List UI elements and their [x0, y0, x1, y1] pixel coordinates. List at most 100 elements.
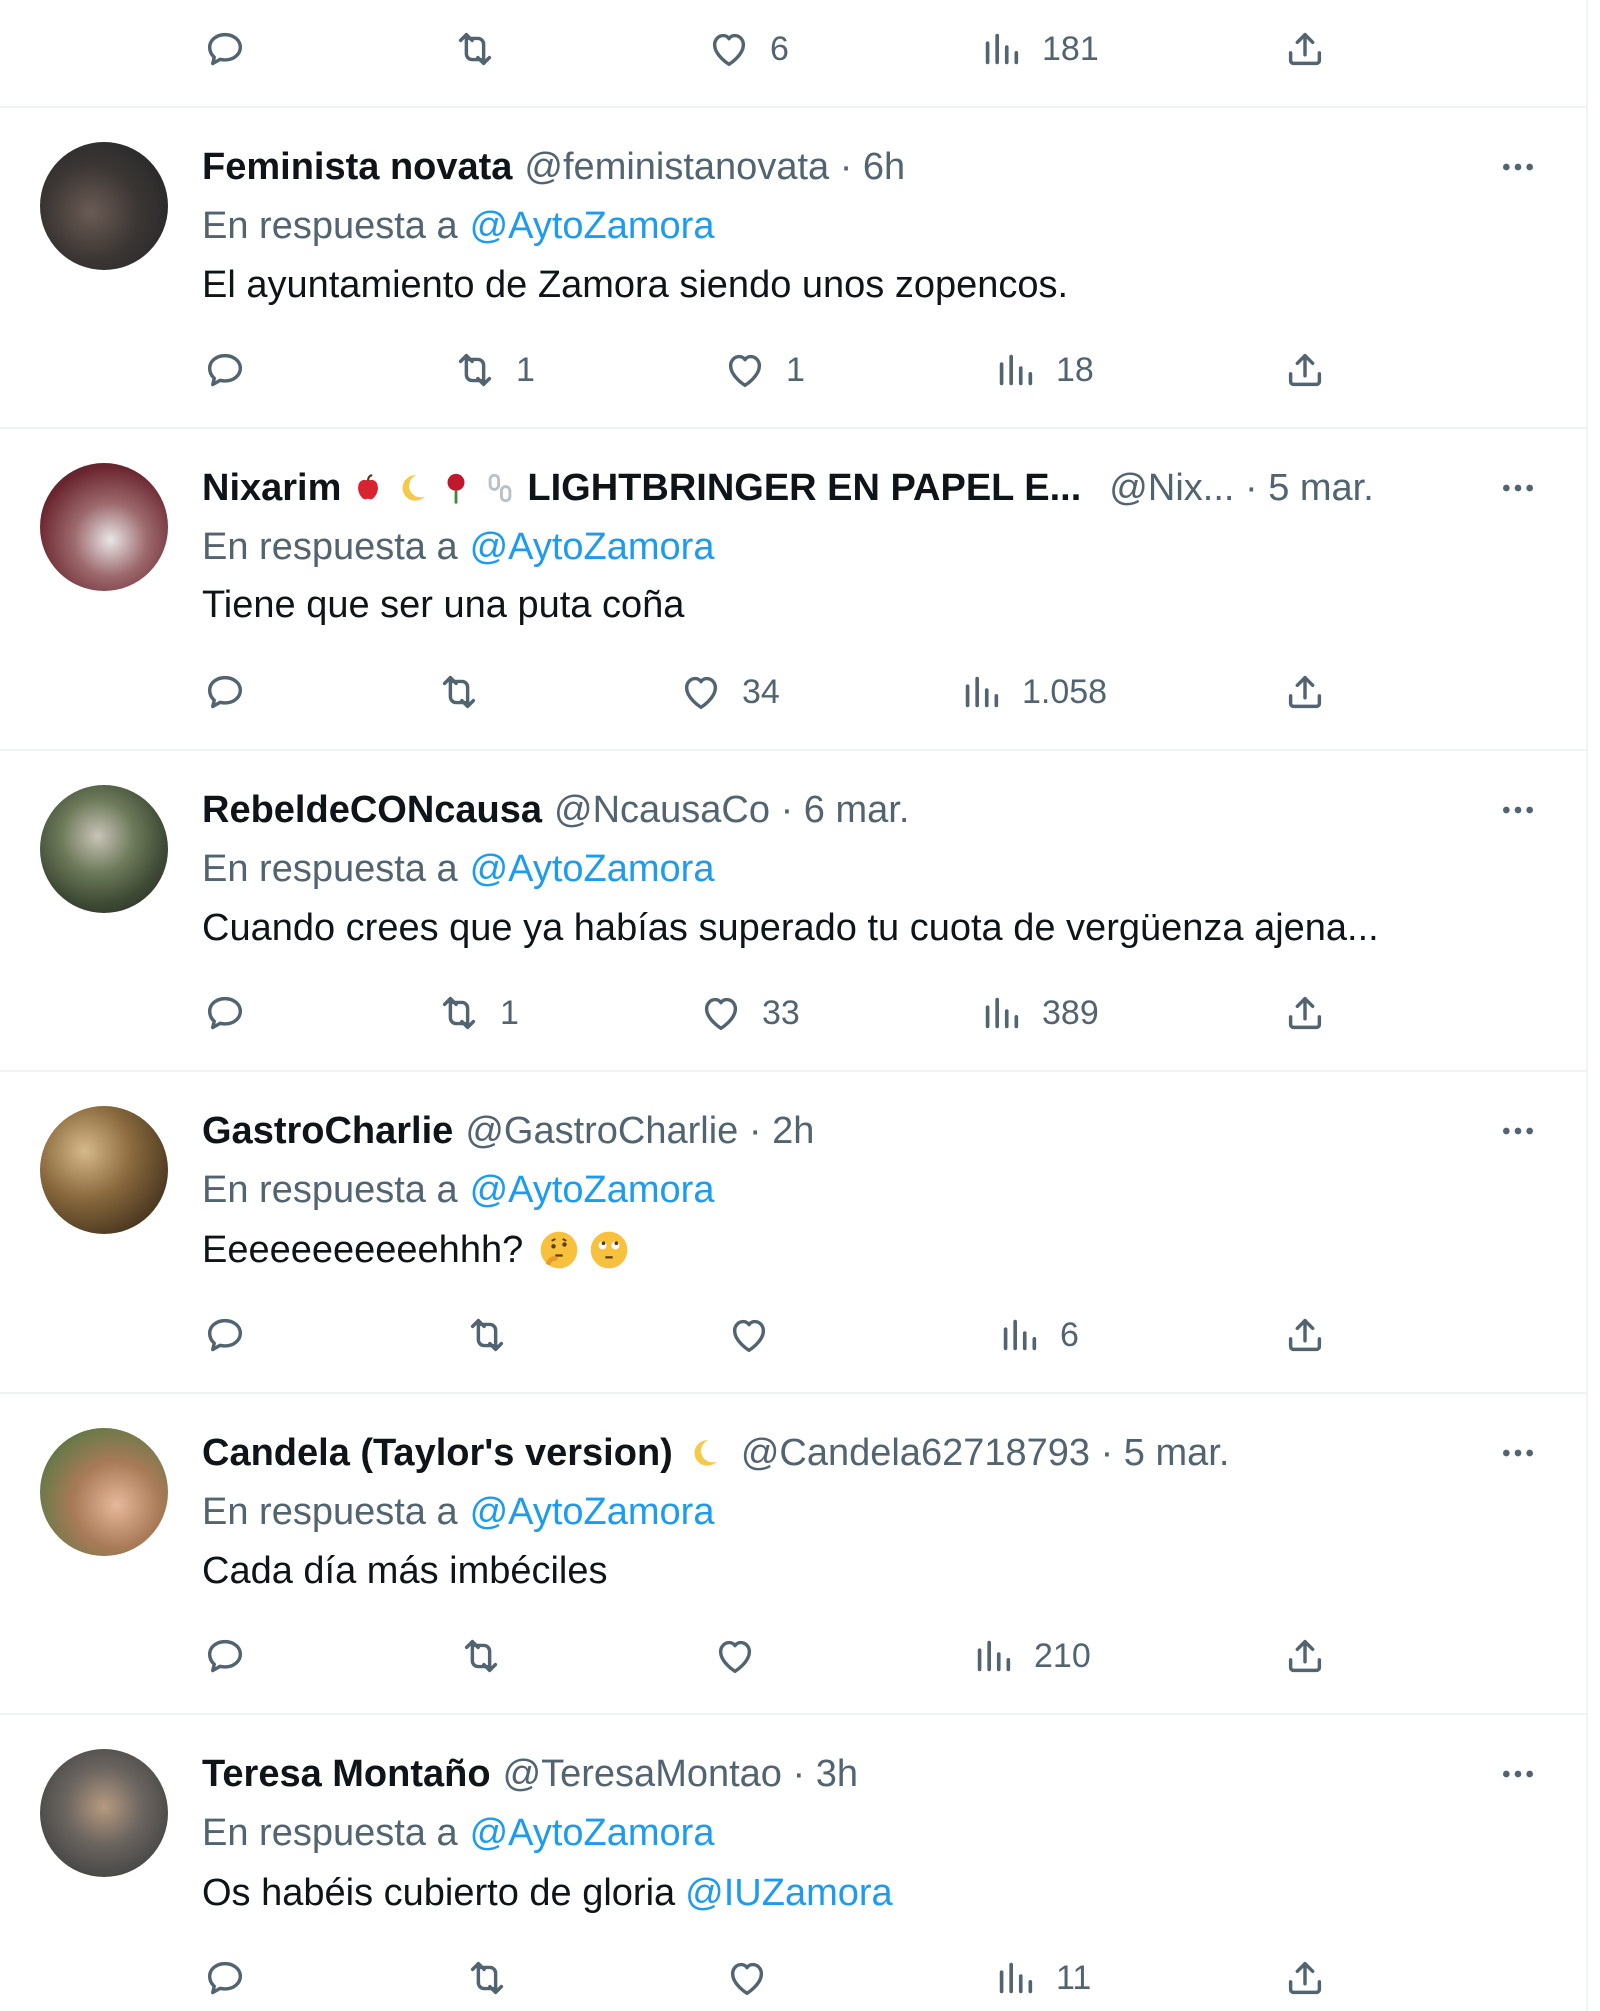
share-button[interactable] [1282, 17, 1328, 81]
tweet-body: Eeeeeeeeeeehhh? [202, 1228, 524, 1271]
share-button[interactable] [1282, 338, 1328, 402]
handle-time[interactable]: @TeresaMontao · 3h [503, 1753, 858, 1796]
tweet-body: Os habéis cubierto de gloria [202, 1871, 676, 1914]
share-button[interactable] [1282, 981, 1328, 1045]
avatar[interactable] [40, 142, 168, 270]
chain-emoji [489, 473, 512, 503]
share-button[interactable] [1282, 660, 1328, 724]
display-name[interactable]: RebeldeCONcausa [202, 789, 542, 832]
more-button[interactable] [1494, 786, 1542, 834]
reply-icon [202, 347, 248, 393]
handle-time[interactable]: @GastroCharlie · 2h [465, 1110, 814, 1153]
like-button[interactable] [726, 1303, 790, 1367]
separator [0, 106, 1586, 108]
avatar[interactable] [40, 1749, 168, 1877]
like-button[interactable]: 1 [722, 338, 805, 402]
views-button[interactable]: 181 [978, 17, 1099, 81]
avatar[interactable] [40, 785, 168, 913]
reply-button[interactable] [202, 660, 248, 724]
avatar[interactable] [40, 463, 168, 591]
views-button[interactable]: 18 [992, 338, 1094, 402]
more-button[interactable] [1494, 143, 1542, 191]
reply-button[interactable] [202, 1303, 248, 1367]
avatar[interactable] [40, 1106, 168, 1234]
reply-to-link[interactable]: @AytoZamora [470, 526, 715, 569]
display-name[interactable]: Teresa Montaño [202, 1753, 491, 1796]
share-button[interactable] [1282, 1303, 1328, 1367]
like-button[interactable]: 33 [698, 981, 800, 1045]
view-count: 1.058 [1022, 672, 1108, 711]
views-icon [978, 990, 1024, 1036]
views-button[interactable]: 11 [992, 1946, 1091, 2010]
display-name-suffix[interactable]: LIGHTBRINGER EN PAPEL E... [527, 467, 1081, 510]
mention-link[interactable]: @IUZamora [685, 1872, 893, 1915]
display-name[interactable]: GastroCharlie [202, 1110, 453, 1153]
thinking-face-emoji [540, 1231, 578, 1269]
share-button[interactable] [1282, 1624, 1328, 1688]
more-button[interactable] [1494, 1429, 1542, 1477]
reply-button[interactable] [202, 17, 266, 81]
retweet-button[interactable] [458, 1624, 522, 1688]
retweet-button[interactable] [464, 1303, 528, 1367]
reply-icon [202, 1955, 248, 2001]
views-icon [992, 347, 1038, 393]
display-name[interactable]: Candela (Taylor's version) [202, 1432, 673, 1475]
separator [0, 1392, 1586, 1394]
more-button[interactable] [1494, 1750, 1542, 1798]
views-button[interactable]: 6 [996, 1303, 1079, 1367]
like-count: 34 [742, 672, 780, 711]
tweet-actions: 1 33 389 [0, 981, 1586, 1045]
tweet-header: RebeldeCONcausa @NcausaCo · 6 mar. [202, 785, 909, 835]
reply-to-link[interactable]: @AytoZamora [470, 205, 715, 248]
views-button[interactable]: 210 [970, 1624, 1091, 1688]
reply-prefix: En respuesta a [202, 1168, 458, 1211]
apple-emoji [358, 474, 379, 500]
more-button[interactable] [1494, 464, 1542, 512]
reply-to-link[interactable]: @AytoZamora [470, 1812, 715, 1855]
reply-to-link[interactable]: @AytoZamora [470, 848, 715, 891]
retweet-button[interactable] [452, 17, 516, 81]
reply-button[interactable] [202, 338, 248, 402]
reply-button[interactable] [202, 1946, 248, 2010]
like-button[interactable] [724, 1946, 788, 2010]
like-button[interactable] [712, 1624, 776, 1688]
rose-emoji [447, 473, 465, 504]
views-button[interactable]: 1.058 [958, 660, 1107, 724]
view-count: 210 [1034, 1636, 1091, 1675]
retweet-button[interactable] [436, 660, 500, 724]
heart-icon [698, 990, 744, 1036]
tweet-body: El ayuntamiento de Zamora siendo unos zo… [202, 263, 1069, 306]
more-button[interactable] [1494, 1107, 1542, 1155]
separator [0, 1713, 1586, 1715]
handle-time[interactable]: @Nix... · 5 mar. [1109, 467, 1374, 510]
retweet-button[interactable]: 1 [436, 981, 519, 1045]
like-button[interactable]: 34 [678, 660, 780, 724]
reply-feed: 6 181 Feminista novata @feministanovata … [0, 0, 1588, 2011]
avatar[interactable] [40, 1428, 168, 1556]
retweet-icon [436, 669, 482, 715]
separator [0, 749, 1586, 751]
tweet-body: Cada día más imbéciles [202, 1549, 608, 1592]
handle-time[interactable]: @Candela62718793 · 5 mar. [741, 1432, 1230, 1475]
display-name[interactable]: Feminista novata [202, 146, 512, 189]
tweet-text: Tiene que ser una puta coña [202, 580, 684, 630]
reply-button[interactable] [202, 1624, 248, 1688]
reply-prefix: En respuesta a [202, 1811, 458, 1854]
reply-button[interactable] [202, 981, 248, 1045]
retweet-button[interactable]: 1 [452, 338, 535, 402]
like-count: 6 [770, 29, 789, 68]
rolling-eyes-emoji [590, 1231, 628, 1269]
views-button[interactable]: 389 [978, 981, 1099, 1045]
like-button[interactable]: 6 [706, 17, 789, 81]
handle-time[interactable]: @NcausaCo · 6 mar. [554, 789, 909, 832]
share-button[interactable] [1282, 1946, 1328, 2010]
share-icon [1282, 1633, 1328, 1679]
tweet-text: Cuando crees que ya habías superado tu c… [202, 903, 1379, 953]
moon-emoji [694, 1440, 717, 1466]
display-name[interactable]: Nixarim [202, 467, 341, 510]
reply-to-link[interactable]: @AytoZamora [470, 1169, 715, 1212]
reply-to-link[interactable]: @AytoZamora [470, 1491, 715, 1534]
reply-icon [202, 990, 248, 1036]
retweet-button[interactable] [464, 1946, 528, 2010]
handle-time[interactable]: @feministanovata · 6h [524, 146, 905, 189]
